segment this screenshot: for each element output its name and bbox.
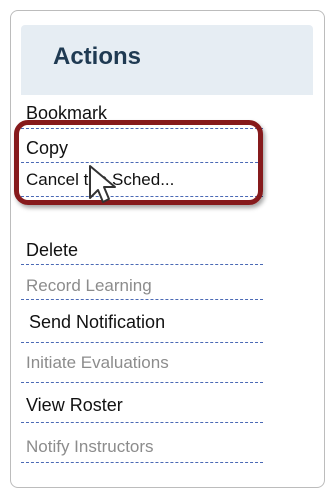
menu-item-label: Initiate Evaluations xyxy=(26,353,169,372)
menu-item-initiate-evaluations: Initiate Evaluations xyxy=(21,343,263,383)
menu-item-delete[interactable]: Delete xyxy=(21,230,263,265)
menu-item-send-notification[interactable]: Send Notification xyxy=(21,300,263,343)
menu-item-label: Send Notification xyxy=(29,312,166,332)
menu-item-label: View Roster xyxy=(26,395,123,415)
menu-item-copy[interactable]: Copy xyxy=(21,129,263,163)
actions-header: Actions xyxy=(21,25,313,95)
panel-title: Actions xyxy=(53,43,142,70)
menu-item-label: Notify Instructors xyxy=(26,437,154,456)
menu-item-label: Bookmark xyxy=(26,103,108,123)
menu-item-label: Copy xyxy=(26,138,69,158)
menu-item-view-roster[interactable]: View Roster xyxy=(21,383,263,423)
menu-item-bookmark[interactable]: Bookmark xyxy=(21,95,263,129)
mouse-pointer-icon xyxy=(89,165,116,203)
menu-item-label: Record Learning xyxy=(26,276,152,295)
actions-menu: Bookmark Copy Cancel the Sched... Delete… xyxy=(21,95,313,495)
menu-item-cancel-the-schedule[interactable]: Cancel the Sched... xyxy=(21,163,263,197)
menu-item-label: Delete xyxy=(26,240,79,260)
menu-item-record-learning: Record Learning xyxy=(21,265,263,300)
menu-item-notify-instructors: Notify Instructors xyxy=(21,423,263,463)
